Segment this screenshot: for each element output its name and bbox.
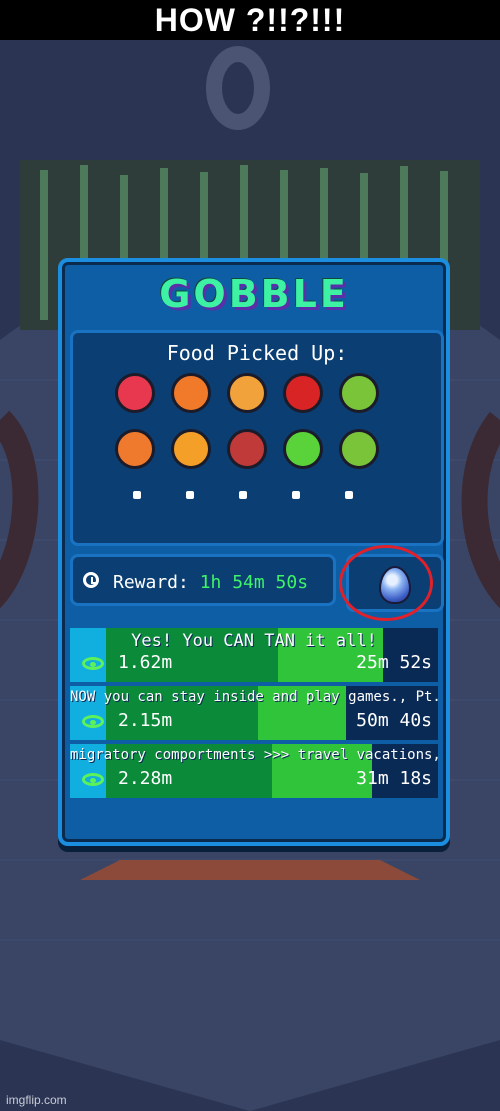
eye-icon [82, 773, 104, 786]
video-row[interactable]: NOW you can stay inside and play games.,… [70, 686, 438, 740]
video-time: 31m 18s [356, 768, 432, 789]
empty-slot-dot [345, 491, 353, 499]
food-picked-up-box: Food Picked Up: [70, 330, 444, 546]
steak-icon [227, 429, 267, 469]
reward-label: Reward: [113, 572, 189, 593]
video-time: 25m 52s [356, 652, 432, 673]
bacon-icon [171, 373, 211, 413]
durian-icon [339, 373, 379, 413]
food-row-2 [115, 429, 379, 469]
video-row[interactable]: migratory comportments >>> travel vacati… [70, 744, 438, 798]
view-count: 2.15m [118, 710, 173, 731]
video-title: Yes! You CAN TAN it all! [131, 631, 377, 651]
video-row[interactable]: Yes! You CAN TAN it all! 1.62m 25m 52s [70, 628, 438, 682]
watermark: imgflip.com [6, 1093, 67, 1107]
durian-icon [339, 429, 379, 469]
reward-box: Reward: 1h 54m 50s [70, 554, 336, 606]
view-count: 1.62m [118, 652, 173, 673]
view-count: 2.28m [118, 768, 173, 789]
empty-slot-dot [133, 491, 141, 499]
empty-slots [133, 491, 353, 499]
food-row-1 [115, 373, 379, 413]
video-title: NOW you can stay inside and play games.,… [70, 689, 438, 705]
empty-slot-dot [239, 491, 247, 499]
empty-slot-dot [186, 491, 194, 499]
radish-icon [115, 373, 155, 413]
platform-edge [80, 860, 420, 880]
video-title: migratory comportments >>> travel vacati… [70, 747, 438, 763]
food-picked-up-label: Food Picked Up: [166, 341, 348, 365]
meme-caption: HOW ?!!?!!! [154, 2, 346, 38]
empty-slot-dot [292, 491, 300, 499]
lollipop-icon [283, 429, 323, 469]
reward-time: 1h 54m 50s [199, 572, 309, 593]
eye-icon [82, 657, 104, 670]
apple-icon [283, 373, 323, 413]
video-time: 50m 40s [356, 710, 432, 731]
score-digit-icon [206, 46, 270, 130]
orange-slice-icon [227, 373, 267, 413]
carrot-icon [171, 429, 211, 469]
panel-title: GOBBLE [159, 272, 349, 316]
eye-icon [82, 715, 104, 728]
red-highlight-circle [339, 545, 433, 621]
croissant-icon [115, 429, 155, 469]
clock-icon [83, 572, 99, 588]
